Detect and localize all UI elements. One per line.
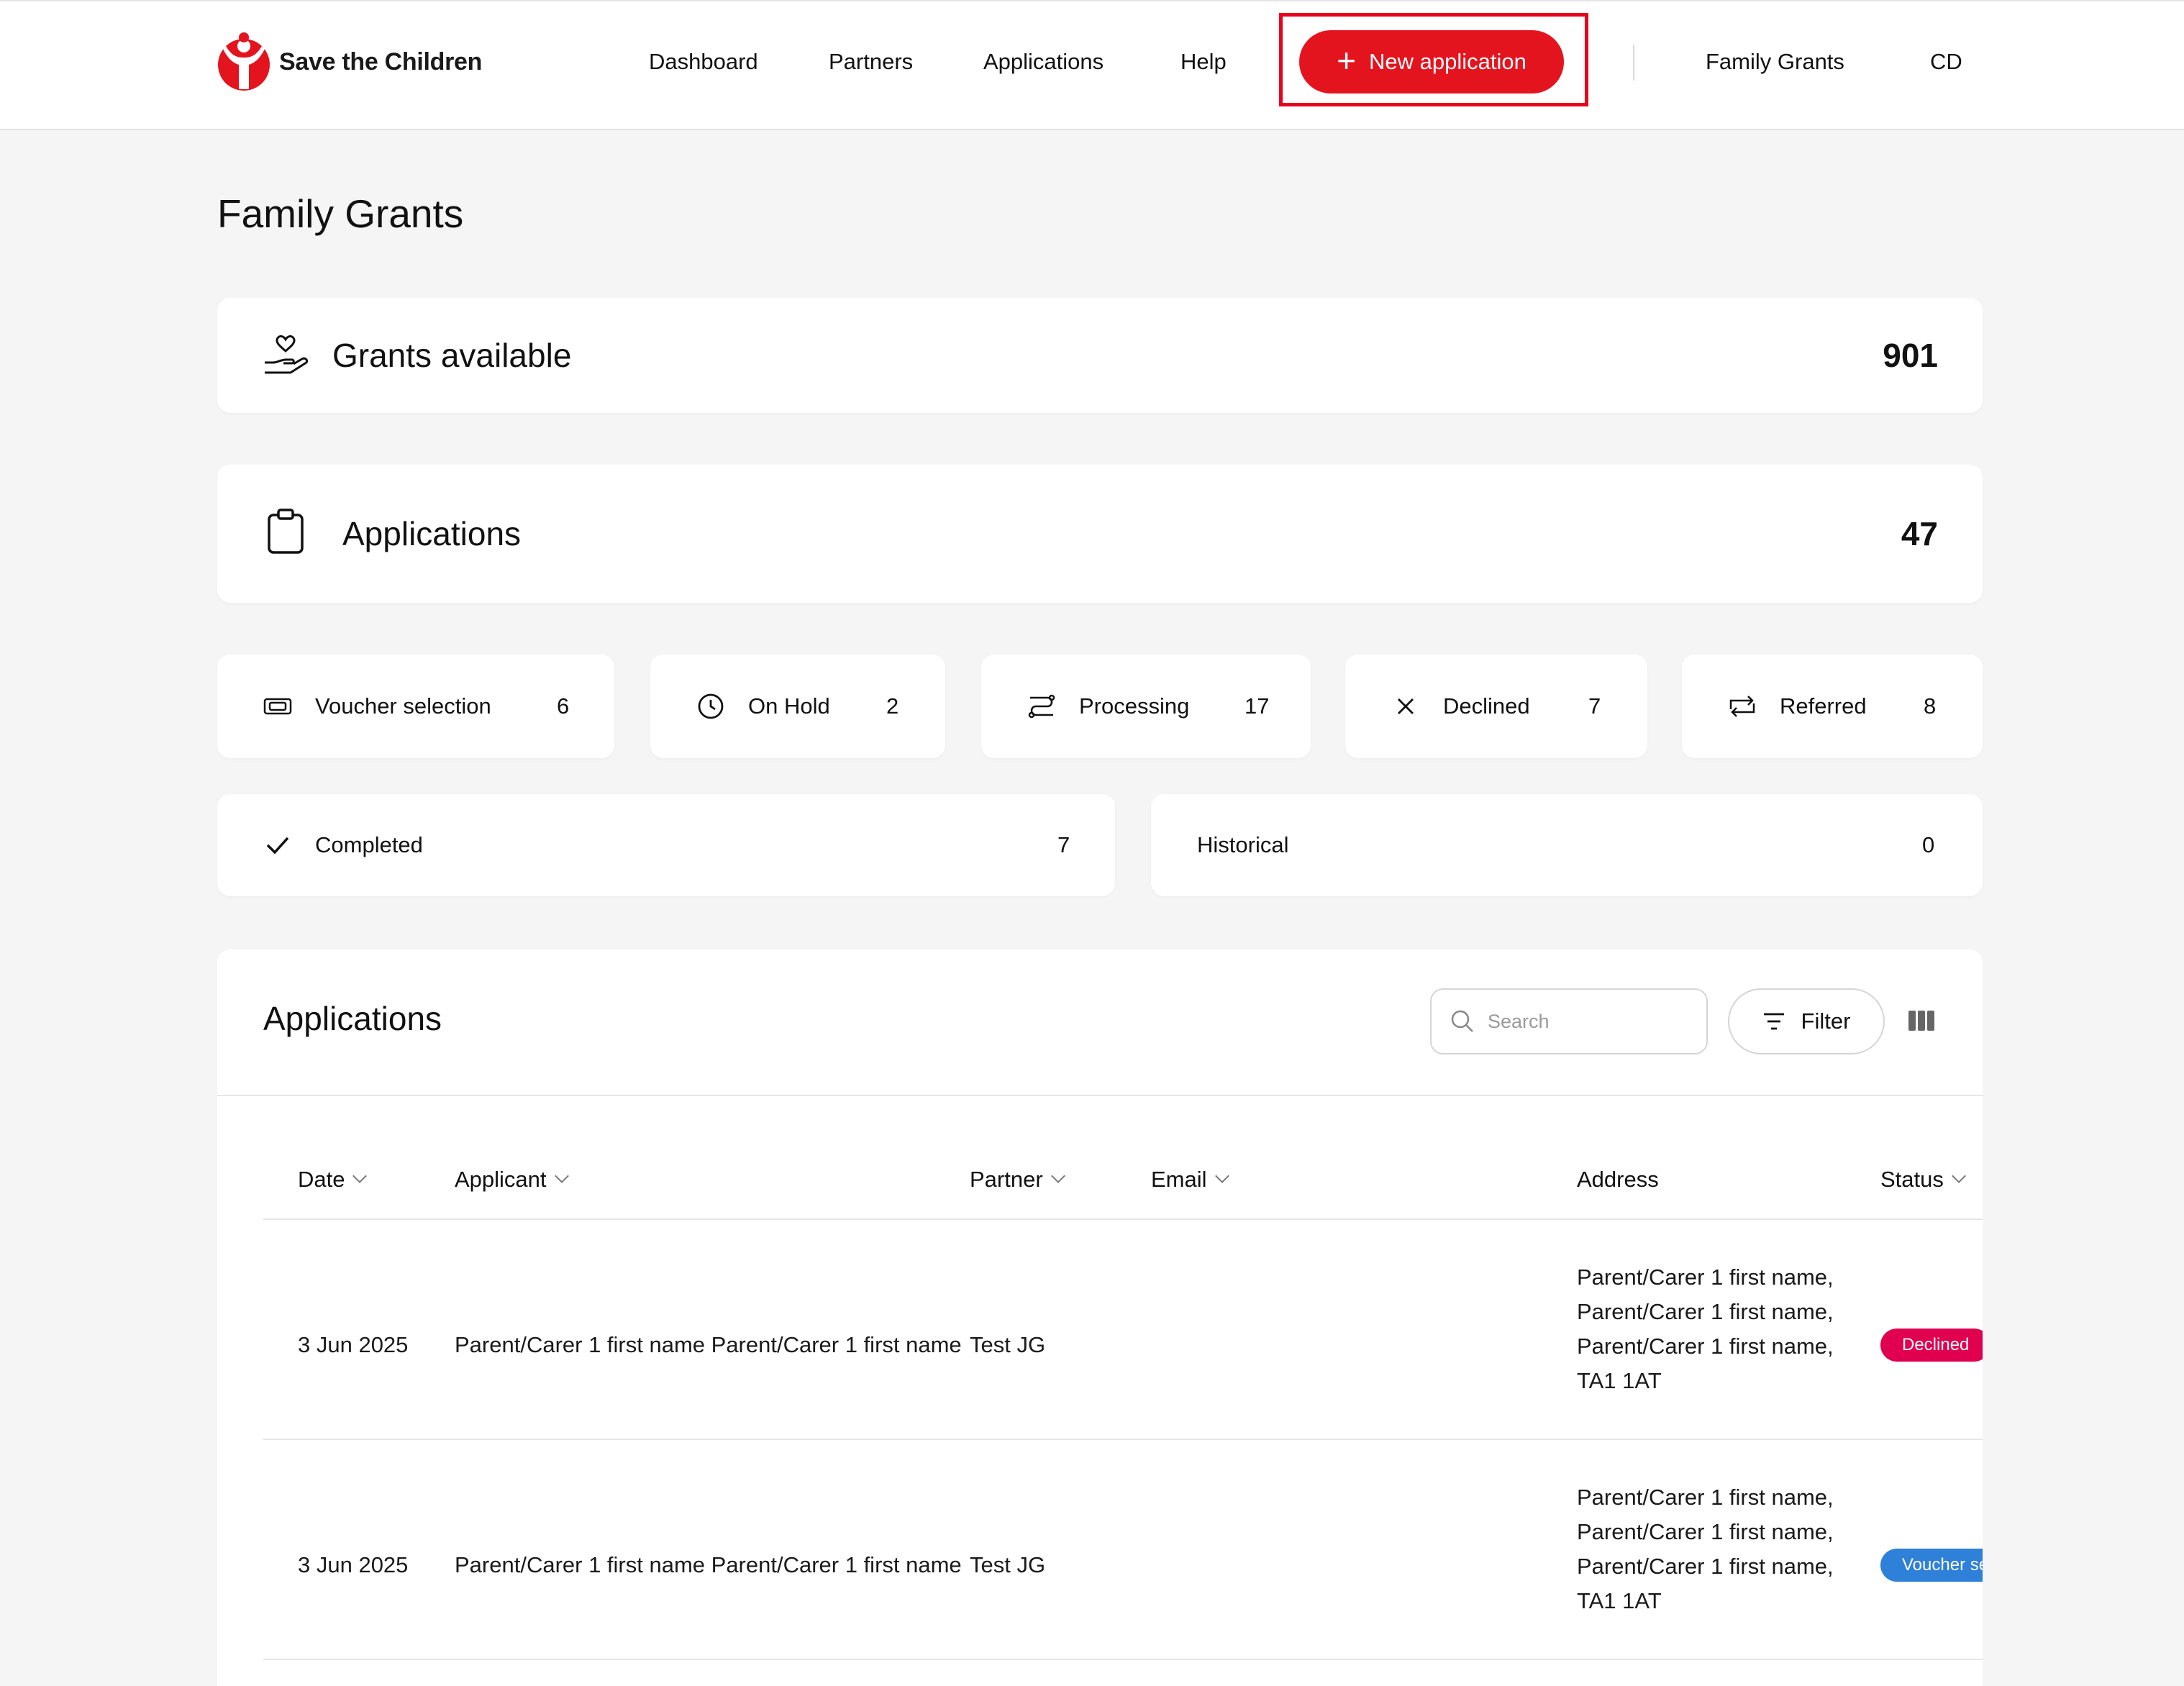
- status-card-completed[interactable]: Completed 7: [217, 794, 1115, 896]
- applications-summary-label: Applications: [342, 515, 522, 552]
- status-card-declined[interactable]: Declined 7: [1345, 655, 1647, 758]
- status-count: 0: [1922, 832, 1935, 857]
- top-navigation-bar: Save the Children Dashboard Partners App…: [0, 0, 2184, 130]
- clipboard-icon: [268, 509, 304, 554]
- status-card-processing[interactable]: Processing 17: [981, 655, 1311, 758]
- voucher-icon: [263, 698, 292, 715]
- chevron-down-icon: [352, 1169, 368, 1183]
- nav-applications[interactable]: Applications: [983, 47, 1104, 76]
- divider: [263, 1439, 1983, 1440]
- processing-icon: [1028, 694, 1055, 719]
- heart-hand-icon: [265, 335, 308, 374]
- applications-summary-card: Applications 47: [217, 465, 1983, 603]
- status-count: 17: [1245, 693, 1270, 719]
- status-count: 7: [1588, 693, 1601, 719]
- clock-icon: [698, 693, 724, 719]
- column-header-label: Email: [1151, 1167, 1207, 1192]
- divider: [263, 1218, 1983, 1220]
- cell-address: Parent/Carer 1 first name, Parent/Carer …: [1577, 1260, 1834, 1398]
- column-header-label: Date: [298, 1167, 345, 1192]
- column-header-label: Address: [1577, 1167, 1659, 1192]
- status-label: Historical: [1197, 832, 1289, 857]
- column-header-address: Address: [1577, 1165, 1659, 1194]
- column-header-date[interactable]: Date: [298, 1165, 368, 1194]
- address-line: Parent/Carer 1 first name,: [1577, 1554, 1834, 1579]
- new-application-label: New application: [1369, 49, 1526, 74]
- grants-available-card: Grants available 901: [217, 298, 1983, 413]
- search-icon: [1451, 1010, 1473, 1032]
- user-avatar[interactable]: CD: [1930, 47, 1962, 76]
- nav-partners[interactable]: Partners: [829, 47, 913, 76]
- status-label: Completed: [315, 832, 423, 857]
- column-header-status[interactable]: Status: [1880, 1165, 1966, 1194]
- address-line: Parent/Carer 1 first name,: [1577, 1264, 1834, 1290]
- cell-partner: Test JG: [970, 1552, 1046, 1577]
- nav-dashboard[interactable]: Dashboard: [649, 47, 758, 76]
- status-label: Processing: [1079, 693, 1190, 719]
- filter-icon: [1763, 1013, 1784, 1030]
- status-card-historical[interactable]: Historical 0: [1151, 794, 1983, 896]
- status-label: Referred: [1780, 693, 1867, 719]
- search-input[interactable]: Search: [1430, 988, 1708, 1054]
- save-the-children-logo-icon: [218, 32, 270, 91]
- address-line: TA1 1AT: [1577, 1588, 1662, 1613]
- status-label: Declined: [1443, 693, 1530, 719]
- table-title: Applications: [263, 1000, 442, 1037]
- filter-label: Filter: [1801, 1008, 1851, 1034]
- column-header-label: Partner: [970, 1167, 1043, 1192]
- status-count: 7: [1057, 832, 1070, 857]
- brand-logo[interactable]: Save the Children: [216, 32, 482, 92]
- plus-icon: +: [1337, 42, 1356, 79]
- status-count: 8: [1924, 693, 1937, 719]
- grants-available-value: 901: [1883, 337, 1938, 374]
- page-title: Family Grants: [217, 191, 464, 236]
- cell-applicant: Parent/Carer 1 first name Parent/Carer 1…: [455, 1332, 962, 1357]
- new-application-button[interactable]: + New application: [1299, 30, 1564, 94]
- nav-help[interactable]: Help: [1180, 47, 1227, 76]
- address-line: Parent/Carer 1 first name,: [1577, 1334, 1834, 1359]
- chevron-down-icon: [1050, 1169, 1065, 1183]
- divider: [263, 1659, 1983, 1660]
- status-count: 6: [557, 693, 570, 719]
- grants-available-label: Grants available: [332, 337, 572, 374]
- column-header-email[interactable]: Email: [1151, 1165, 1229, 1194]
- column-header-applicant[interactable]: Applicant: [455, 1165, 569, 1194]
- cell-date: 3 Jun 2025: [298, 1332, 409, 1357]
- cell-partner: Test JG: [970, 1332, 1046, 1357]
- status-card-on-hold[interactable]: On Hold 2: [650, 655, 945, 758]
- column-header-label: Status: [1880, 1167, 1944, 1192]
- nav-divider: [1633, 45, 1634, 81]
- x-icon: [1398, 698, 1414, 714]
- search-placeholder: Search: [1488, 1010, 1550, 1032]
- status-card-voucher-selection[interactable]: Voucher selection 6: [217, 655, 614, 758]
- cell-date: 3 Jun 2025: [298, 1552, 409, 1577]
- address-line: Parent/Carer 1 first name,: [1577, 1485, 1834, 1510]
- address-line: TA1 1AT: [1577, 1368, 1662, 1393]
- chevron-down-icon: [1214, 1169, 1229, 1183]
- applications-summary-value: 47: [1901, 515, 1938, 552]
- divider: [217, 1095, 1983, 1096]
- cell-address: Parent/Carer 1 first name, Parent/Carer …: [1577, 1480, 1834, 1618]
- chevron-down-icon: [1951, 1169, 1966, 1183]
- columns-icon[interactable]: [1908, 1010, 1935, 1031]
- status-label: On Hold: [748, 693, 830, 719]
- referred-icon: [1729, 696, 1755, 717]
- status-badge: Declined: [1880, 1329, 1983, 1362]
- status-count: 2: [886, 693, 899, 719]
- chevron-down-icon: [554, 1169, 569, 1183]
- status-badge: Voucher selection: [1880, 1549, 1983, 1582]
- applications-table-card: Applications Search Filter Date Applican…: [217, 949, 1983, 1686]
- cell-applicant: Parent/Carer 1 first name Parent/Carer 1…: [455, 1552, 962, 1577]
- address-line: Parent/Carer 1 first name,: [1577, 1519, 1834, 1544]
- column-header-label: Applicant: [455, 1167, 547, 1192]
- column-header-partner[interactable]: Partner: [970, 1165, 1065, 1194]
- status-label: Voucher selection: [315, 693, 491, 719]
- address-line: Parent/Carer 1 first name,: [1577, 1299, 1834, 1324]
- brand-name: Save the Children: [279, 47, 483, 76]
- status-card-referred[interactable]: Referred 8: [1682, 655, 1983, 758]
- filter-button[interactable]: Filter: [1728, 988, 1885, 1054]
- check-icon: [266, 837, 289, 855]
- org-switcher[interactable]: Family Grants: [1706, 47, 1844, 76]
